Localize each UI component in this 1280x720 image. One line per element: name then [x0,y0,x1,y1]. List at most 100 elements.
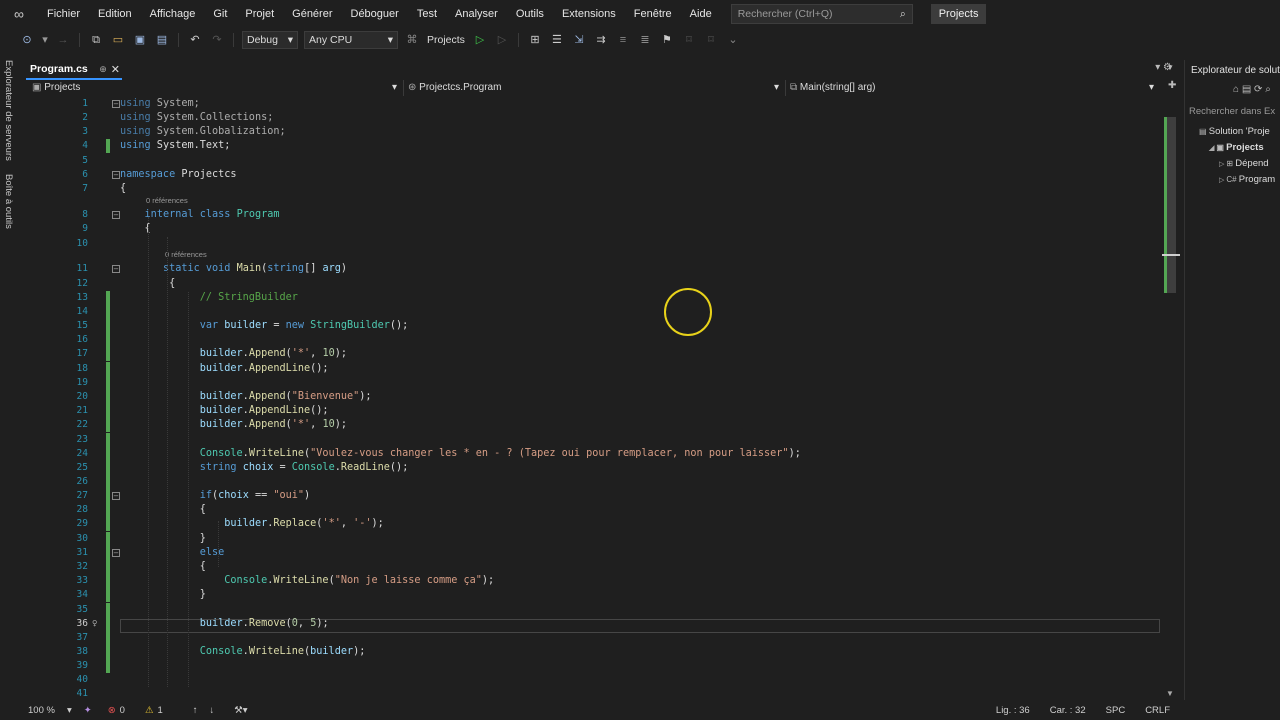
solution-tree-item[interactable]: ◢ ▣ Projects [1209,142,1264,153]
project-badge[interactable]: Projects [930,4,987,24]
code-line[interactable]: 4 using System.Text; [20,139,1162,153]
brush-icon[interactable]: ⚒▾ [234,705,247,716]
class-dropdown[interactable]: ⊛ Projectcs.Program ▾ [404,80,786,96]
member-dropdown[interactable]: ⧉ Main(string[] arg) ▾ [786,80,1160,96]
fold-toggle-icon[interactable]: − [112,211,120,219]
code-line[interactable]: 23 [20,433,1162,447]
code-line[interactable]: 14 [20,305,1162,319]
start-icon[interactable]: ▷ [473,33,487,47]
scrollbar-thumb[interactable] [1166,117,1176,293]
code-line[interactable]: 27− if(choix == "oui") [20,489,1162,503]
code-line[interactable]: 37 [20,631,1162,645]
platform-select[interactable]: Any CPU ▾ [304,31,398,49]
line-ending-indicator[interactable]: CRLF [1145,705,1170,716]
chevron-down-icon[interactable]: ▾ [42,33,48,47]
overflow-icon[interactable]: ⌄ [726,33,740,47]
right-panel-tab-icons[interactable]: ▾ [1168,62,1173,73]
start-without-debug-icon[interactable]: ▷ [495,33,509,47]
menu-item-affichage[interactable]: Affichage [141,0,205,28]
code-line[interactable]: 32 { [20,560,1162,574]
code-line[interactable]: 7{ [20,182,1162,196]
code-line[interactable]: 31 − else [20,546,1162,560]
fold-toggle-icon[interactable]: − [112,171,120,179]
server-explorer-tab[interactable]: Explorateur de serveurs [3,60,14,161]
open-folder-icon[interactable]: ▭ [111,33,125,47]
column-indicator[interactable]: Car. : 32 [1050,705,1086,716]
code-line[interactable]: 11 − static void Main(string[] arg) [20,262,1162,276]
menu-item-deboguer[interactable]: Déboguer [342,0,408,28]
code-line[interactable]: 35 [20,603,1162,617]
chevron-down-icon[interactable]: ▾ [67,705,72,716]
code-line[interactable]: 12 { [20,277,1162,291]
fold-toggle-icon[interactable]: − [112,549,120,557]
add-icon[interactable]: ✚ [1168,80,1176,91]
menu-item-analyser[interactable]: Analyser [446,0,507,28]
indent-icon[interactable]: ≣ [638,33,652,47]
code-line[interactable]: 29 builder.Replace('*', '-'); [20,517,1162,531]
code-line[interactable]: 15 var builder = new StringBuilder(); [20,319,1162,333]
error-count[interactable]: 0 [120,705,125,716]
undo-icon[interactable]: ↶ [188,33,202,47]
editor-scrollbar[interactable]: ▼ [1162,97,1180,700]
code-line[interactable]: 13 // StringBuilder [20,291,1162,305]
fold-toggle-icon[interactable]: − [112,492,120,500]
code-cleanup-icon[interactable]: ✦ [84,705,92,716]
bookmark-icon[interactable]: ⚑ [660,33,674,47]
solution-tree-item[interactable]: ▷ C# Program [1219,174,1275,185]
diff-icon[interactable]: ⇉ [594,33,608,47]
step-icon[interactable]: ⇲ [572,33,586,47]
code-line[interactable]: 18 builder.AppendLine(); [20,362,1162,376]
code-line[interactable]: 8 − internal class Program [20,208,1162,222]
code-line[interactable]: 21 builder.AppendLine(); [20,404,1162,418]
code-line[interactable]: 30 } [20,532,1162,546]
zoom-level[interactable]: 100 % [28,705,55,716]
code-line[interactable]: 17 builder.Append('*', 10); [20,347,1162,361]
align-icon[interactable]: ≡ [616,33,630,47]
lightbulb-icon[interactable]: ♀ [92,617,97,631]
code-line[interactable]: 19 [20,376,1162,390]
folder-icon[interactable]: ⊞ [528,33,542,47]
code-line[interactable]: 2 using System.Collections; [20,111,1162,125]
code-line[interactable]: 34 } [20,588,1162,602]
line-indicator[interactable]: Lig. : 36 [996,705,1030,716]
solution-tree-item[interactable]: ▷ ⊞ Dépend [1219,158,1269,169]
start-target-label[interactable]: Projects [427,34,465,46]
menu-item-fichier[interactable]: Fichier [38,0,89,28]
solution-explorer-toolbar-icons[interactable]: ⌂ ▤ ⟳ ⌕ [1233,84,1271,95]
toolbox-tab[interactable]: Boîte à outils [3,174,14,229]
save-all-icon[interactable]: ▤ [155,33,169,47]
back-icon[interactable]: ⊙ [20,33,34,47]
scroll-down-icon[interactable]: ▼ [1166,689,1174,698]
search-box[interactable]: Rechercher (Ctrl+Q) ⌕ [730,4,913,24]
menu-item-aide[interactable]: Aide [681,0,721,28]
code-line[interactable]: 39 [20,659,1162,673]
layout-icon[interactable]: ☰ [550,33,564,47]
codelens-references[interactable]: 0 références [146,196,188,205]
project-dropdown[interactable]: ▣ Projects ▾ [28,80,404,96]
code-line[interactable]: 36 ♀ builder.Remove(0, 5); [20,617,1162,631]
configuration-select[interactable]: Debug ▾ [242,31,298,49]
solution-tree-item[interactable]: ▤ Solution 'Proje [1199,126,1270,137]
code-line[interactable]: 16 [20,333,1162,347]
menu-item-projet[interactable]: Projet [236,0,283,28]
code-line[interactable]: 22 builder.Append('*', 10); [20,418,1162,432]
menu-item-generer[interactable]: Générer [283,0,341,28]
whitespace-indicator[interactable]: SPC [1106,705,1126,716]
codelens-references[interactable]: 0 références [165,250,207,259]
bookmark-next-icon[interactable]: ⌑ [704,33,718,47]
menu-item-extensions[interactable]: Extensions [553,0,625,28]
menu-item-git[interactable]: Git [204,0,236,28]
tab-program-cs[interactable]: Program.cs ⊕ ✕ [26,60,122,80]
next-issue-icon[interactable]: ↓ [210,705,215,716]
code-line[interactable]: 41 [20,687,1162,700]
solution-search-input[interactable]: Rechercher dans Ex [1189,106,1280,122]
error-icon[interactable]: ⊗ [108,705,116,716]
code-line[interactable]: 33 Console.WriteLine("Non je laisse comm… [20,574,1162,588]
code-line[interactable]: 24 Console.WriteLine("Voulez-vous change… [20,447,1162,461]
code-line[interactable]: 40 [20,673,1162,687]
menu-item-test[interactable]: Test [408,0,446,28]
previous-issue-icon[interactable]: ↑ [193,705,198,716]
close-icon[interactable]: ✕ [111,63,120,76]
warning-icon[interactable]: ⚠ [145,705,154,716]
code-line[interactable]: 9 { [20,222,1162,236]
